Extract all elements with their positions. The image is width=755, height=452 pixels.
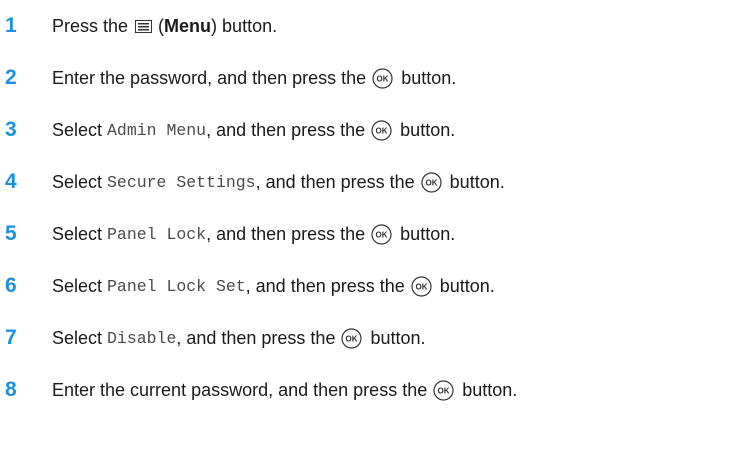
step-text: Enter the password, and then press the O… <box>52 68 456 89</box>
step-text: Select Disable , and then press the OK b… <box>52 328 426 349</box>
step-text-part: button. <box>401 67 457 88</box>
step-text-part: , and then press the <box>255 171 415 192</box>
svg-text:OK: OK <box>376 230 388 239</box>
step-text-part: Select <box>52 327 108 348</box>
svg-text:OK: OK <box>438 386 450 395</box>
ok-button-icon: OK <box>372 67 393 89</box>
svg-text:OK: OK <box>377 74 389 83</box>
svg-text:OK: OK <box>425 178 437 187</box>
step-text: Select Admin Menu , and then press the O… <box>52 120 455 141</box>
menu-item-code: Secure Settings <box>107 172 256 192</box>
step-text-part: , and then press the <box>176 327 336 348</box>
ok-button-icon: OK <box>411 275 432 297</box>
step-number: 2 <box>5 66 17 89</box>
step-text-part: button. <box>400 223 456 244</box>
step-text-part: Enter the password, and then press the <box>52 67 367 88</box>
menu-item-code: Admin Menu <box>107 120 207 140</box>
step-text-part: button. <box>439 275 495 296</box>
step-text: Select Panel Lock Set , and then press t… <box>52 276 495 297</box>
step-number: 6 <box>5 274 17 297</box>
svg-text:OK: OK <box>415 282 427 291</box>
step-text-part: Select <box>52 223 108 244</box>
menu-item-code: Disable <box>107 328 177 348</box>
step-text-part: button. <box>449 171 505 192</box>
step-text-part: ) button. <box>211 15 278 36</box>
step-text: Select Secure Settings , and then press … <box>52 172 505 193</box>
step-number: 1 <box>5 14 17 37</box>
step-number: 4 <box>5 170 17 193</box>
step-text-part: Press the <box>52 15 129 36</box>
svg-text:OK: OK <box>376 126 388 135</box>
step-text-part: button. <box>370 327 426 348</box>
ok-button-icon: OK <box>341 327 363 349</box>
menu-icon <box>134 19 152 33</box>
step-text-part: , and then press the <box>245 275 405 296</box>
menu-item-code: Panel Lock Set <box>107 276 246 296</box>
step-text: Press the ( Menu ) button. <box>52 16 277 37</box>
step-text-part: , and then press the <box>206 119 366 140</box>
step-text-part: Select <box>52 275 108 296</box>
ok-button-icon: OK <box>421 171 442 193</box>
ok-button-icon: OK <box>371 119 392 141</box>
menu-item-code: Panel Lock <box>107 224 207 244</box>
step-text: Enter the current password, and then pre… <box>52 380 517 401</box>
step-text-part: Enter the current password, and then pre… <box>52 379 428 400</box>
step-text-part: , and then press the <box>206 223 366 244</box>
ok-button-icon: OK <box>433 379 454 401</box>
step-text-part: Select <box>52 171 108 192</box>
step-text-part: button. <box>462 379 518 400</box>
step-number: 3 <box>5 118 17 141</box>
step-text: Select Panel Lock , and then press the O… <box>52 224 455 245</box>
svg-text:OK: OK <box>346 334 358 343</box>
step-number: 7 <box>5 326 17 349</box>
step-text-part: button. <box>400 119 456 140</box>
step-number: 8 <box>5 378 17 401</box>
step-text-part: Select <box>52 119 108 140</box>
ok-button-icon: OK <box>371 223 392 245</box>
menu-label: Menu <box>164 15 212 36</box>
step-number: 5 <box>5 222 17 245</box>
